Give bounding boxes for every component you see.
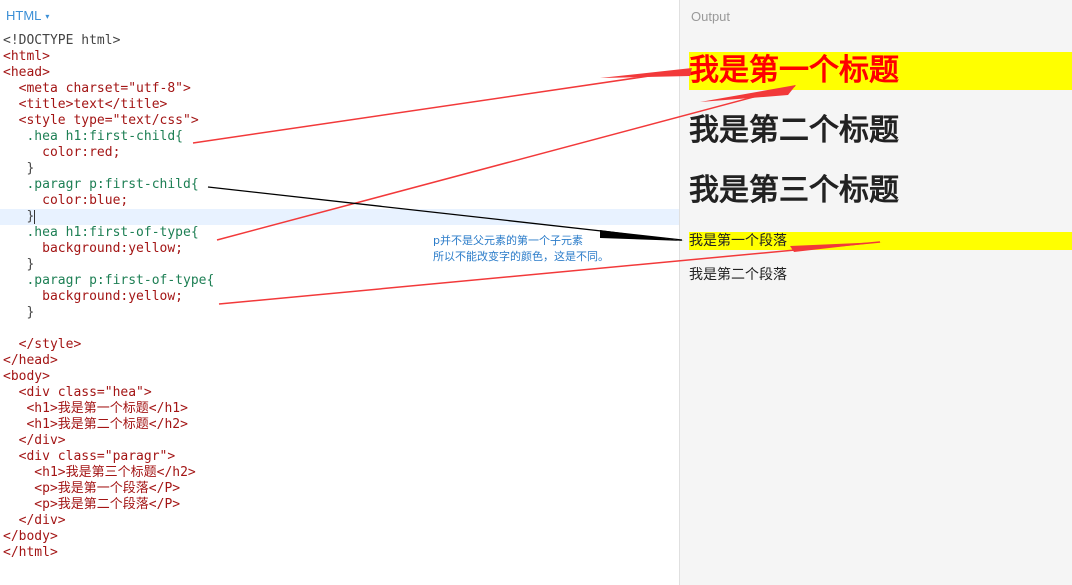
- code-line[interactable]: </style>: [0, 337, 679, 353]
- code-line[interactable]: </head>: [0, 353, 679, 369]
- code-line[interactable]: .hea h1:first-child{: [0, 129, 679, 145]
- code-line[interactable]: .paragr p:first-of-type{: [0, 273, 679, 289]
- code-line[interactable]: <title>text</title>: [0, 97, 679, 113]
- code-line[interactable]: <!DOCTYPE html>: [0, 33, 679, 49]
- code-line[interactable]: <head>: [0, 65, 679, 81]
- code-line[interactable]: color:blue;: [0, 193, 679, 209]
- code-line[interactable]: <h1>我是第二个标题</h2>: [0, 417, 679, 433]
- code-line[interactable]: <div class="paragr">: [0, 449, 679, 465]
- output-title: Output: [691, 9, 731, 24]
- code-line[interactable]: </body>: [0, 529, 679, 545]
- output-heading-third: 我是第三个标题: [689, 173, 899, 208]
- code-line[interactable]: </div>: [0, 433, 679, 449]
- code-line[interactable]: }: [0, 161, 679, 177]
- code-line[interactable]: <meta charset="utf-8">: [0, 81, 679, 97]
- output-heading-first: 我是第一个标题: [689, 52, 1072, 90]
- code-line[interactable]: .paragr p:first-child{: [0, 177, 679, 193]
- code-line[interactable]: <html>: [0, 49, 679, 65]
- code-line[interactable]: <body>: [0, 369, 679, 385]
- code-line[interactable]: background:yellow;: [0, 289, 679, 305]
- code-line[interactable]: <p>我是第一个段落</P>: [0, 481, 679, 497]
- code-line[interactable]: <h1>我是第一个标题</h1>: [0, 401, 679, 417]
- code-line[interactable]: <h1>我是第三个标题</h2>: [0, 465, 679, 481]
- output-heading-second: 我是第二个标题: [689, 113, 899, 148]
- code-line[interactable]: [0, 321, 679, 337]
- code-line-active[interactable]: }: [0, 209, 679, 225]
- code-line[interactable]: <style type="text/css">: [0, 113, 679, 129]
- output-panel: Output 我是第一个标题 我是第二个标题 我是第三个标题 我是第一个段落 我…: [679, 0, 1072, 585]
- annotation-line-1: p并不是父元素的第一个子元素: [433, 234, 583, 247]
- language-tab-label: HTML: [6, 8, 42, 23]
- code-line[interactable]: color:red;: [0, 145, 679, 161]
- language-tab[interactable]: HTML ▾: [6, 8, 49, 23]
- output-paragraph-first: 我是第一个段落: [689, 232, 1072, 250]
- annotation-line-2: 所以不能改变字的颜色，这是不同。: [433, 250, 609, 263]
- caret-down-icon: ▾: [45, 12, 50, 22]
- code-line[interactable]: </html>: [0, 545, 679, 561]
- annotation-note: p并不是父元素的第一个子元素 所以不能改变字的颜色，这是不同。: [433, 233, 609, 265]
- code-line[interactable]: <p>我是第二个段落</P>: [0, 497, 679, 513]
- code-line[interactable]: <div class="hea">: [0, 385, 679, 401]
- output-paragraph-second: 我是第二个段落: [689, 267, 787, 283]
- code-editor-panel[interactable]: HTML ▾ <!DOCTYPE html> <html> <head> <met…: [0, 0, 679, 585]
- code-line[interactable]: }: [0, 305, 679, 321]
- code-area[interactable]: <!DOCTYPE html> <html> <head> <meta char…: [0, 33, 679, 561]
- text-cursor: [34, 209, 36, 224]
- code-line[interactable]: </div>: [0, 513, 679, 529]
